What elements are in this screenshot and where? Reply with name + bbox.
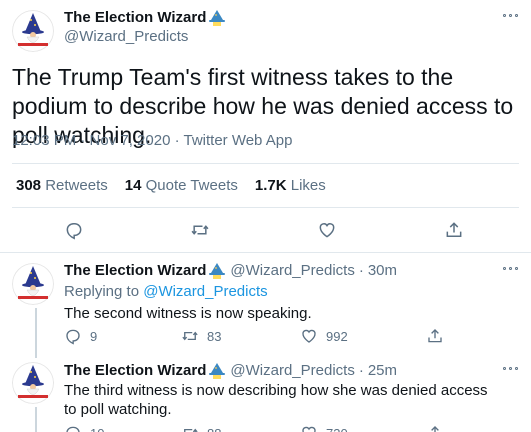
retweet-count: 88 [207, 426, 221, 432]
reply-icon [66, 426, 80, 432]
retweet-count: 83 [207, 328, 222, 344]
quotes-label: Quote Tweets [145, 177, 238, 194]
replying-to: Replying to @Wizard_Predicts [64, 282, 504, 301]
reply-icon [66, 223, 82, 240]
likes-label: Likes [290, 177, 326, 194]
reply-button[interactable]: 10 [64, 424, 104, 432]
more-icon[interactable] [503, 365, 521, 373]
tweet-time[interactable]: 25m [368, 362, 397, 379]
reply-count: 9 [90, 328, 98, 344]
reply-icon [66, 329, 80, 345]
author-name-text[interactable]: The Election Wizard [64, 262, 206, 279]
retweet-icon [184, 428, 198, 432]
replying-to-handle[interactable]: @Wizard_Predicts [143, 283, 267, 300]
retweet-button[interactable]: 88 [181, 424, 221, 432]
thread-line [35, 308, 37, 358]
separator-dot: · [358, 262, 364, 279]
reply-tweet[interactable]: The Election Wizard @Wizard_Predicts · 3… [64, 262, 504, 323]
author-handle[interactable]: @Wizard_Predicts [230, 262, 354, 279]
tweet-time[interactable]: 30m [368, 262, 397, 279]
share-icon [428, 329, 442, 343]
divider [0, 252, 531, 253]
like-count: 992 [326, 328, 348, 344]
avatar[interactable] [12, 10, 54, 52]
author-name[interactable]: The Election Wizard [64, 9, 226, 26]
tweet-meta[interactable]: 12:03 PM · Nov 7, 2020 · Twitter Web App [12, 132, 292, 149]
share-button[interactable] [426, 327, 444, 345]
divider [12, 163, 519, 164]
divider [12, 207, 519, 208]
separator-dot: · [358, 362, 364, 379]
author-name-text[interactable]: The Election Wizard [64, 362, 206, 379]
retweet-icon [191, 225, 209, 235]
reply-count: 10 [90, 426, 104, 432]
author-name-text[interactable]: The Election Wizard [64, 9, 206, 26]
reply-header: The Election Wizard @Wizard_Predicts · 3… [64, 262, 504, 279]
like-count: 730 [326, 426, 348, 432]
reply-tweet[interactable]: The Election Wizard @Wizard_Predicts · 2… [64, 362, 504, 419]
wizard-emoji-icon [209, 9, 226, 26]
share-button[interactable] [426, 424, 444, 432]
thread-line [35, 407, 37, 432]
more-icon[interactable] [503, 12, 521, 20]
wizard-emoji-icon [209, 262, 226, 279]
heart-icon [302, 426, 316, 432]
author-handle[interactable]: @Wizard_Predicts [230, 362, 354, 379]
reply-header: The Election Wizard @Wizard_Predicts · 2… [64, 362, 504, 379]
retweet-icon [182, 331, 198, 341]
reply-button[interactable]: 9 [64, 327, 97, 345]
likes-stat[interactable]: 1.7K Likes [255, 177, 326, 194]
retweet-button[interactable] [190, 220, 210, 240]
tweet-stats: 308 Retweets 14 Quote Tweets 1.7K Likes [16, 177, 326, 194]
share-icon [431, 426, 439, 432]
retweet-button[interactable]: 83 [181, 327, 221, 345]
replying-to-label: Replying to [64, 283, 140, 300]
share-icon [446, 222, 462, 237]
heart-icon [319, 223, 335, 238]
quotes-count: 14 [124, 177, 142, 194]
like-button[interactable]: 992 [300, 327, 348, 345]
author-handle[interactable]: @Wizard_Predicts [64, 28, 188, 45]
retweets-count: 308 [16, 177, 42, 194]
retweets-label: Retweets [45, 177, 108, 194]
quotes-stat[interactable]: 14 Quote Tweets [125, 177, 238, 194]
avatar[interactable] [12, 263, 54, 305]
tweet-text: The second witness is now speaking. [64, 305, 312, 322]
heart-icon [302, 329, 316, 343]
share-button[interactable] [444, 220, 464, 240]
retweets-stat[interactable]: 308 Retweets [16, 177, 108, 194]
tweet-text: The third witness is now describing how … [64, 382, 488, 418]
likes-count: 1.7K [254, 177, 287, 194]
wizard-emoji-icon [209, 362, 226, 379]
like-button[interactable] [317, 220, 337, 240]
more-icon[interactable] [503, 265, 521, 273]
avatar[interactable] [12, 362, 54, 404]
reply-button[interactable] [64, 220, 84, 240]
like-button[interactable]: 730 [300, 424, 348, 432]
